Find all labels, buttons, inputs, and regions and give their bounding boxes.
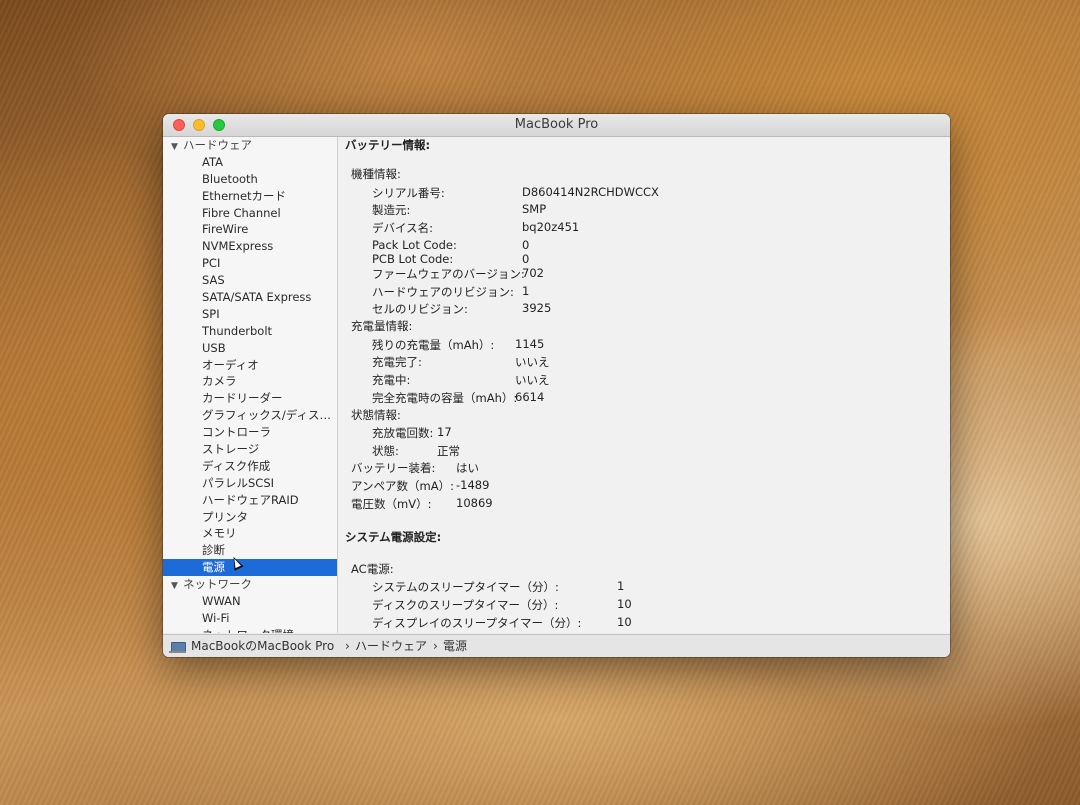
charge-info-row-value: いいえ bbox=[515, 355, 550, 369]
health-info-row-label: 充放電回数: bbox=[372, 426, 434, 440]
battery-misc-row-label: 電圧数（mV）: bbox=[351, 497, 432, 511]
model-info-row-value: SMP bbox=[522, 202, 547, 216]
sidebar-item[interactable]: Wi-Fi bbox=[163, 610, 337, 627]
battery-info-title: バッテリー情報: bbox=[345, 138, 431, 152]
sidebar-item[interactable]: コントローラ bbox=[163, 424, 337, 441]
model-info-row-label: シリアル番号: bbox=[372, 186, 445, 200]
sidebar-item[interactable]: オーディオ bbox=[163, 357, 337, 374]
path-power[interactable]: 電源 bbox=[443, 635, 467, 657]
sidebar-group-label: ネットワーク bbox=[183, 577, 252, 592]
sidebar-item[interactable]: SAS bbox=[163, 272, 337, 289]
battery-misc-row-value: はい bbox=[456, 461, 479, 475]
sidebar-item[interactable]: ディスク作成 bbox=[163, 458, 337, 475]
model-info-row-value: 0 bbox=[522, 252, 530, 266]
sidebar-item[interactable]: Ethernetカード bbox=[163, 188, 337, 205]
charge-info-label: 充電量情報: bbox=[351, 319, 413, 333]
charge-info-row-label: 残りの充電量（mAh）: bbox=[372, 338, 495, 352]
charge-info-row-label: 完全充電時の容量（mAh）: bbox=[372, 391, 518, 405]
window-title: MacBook Pro bbox=[514, 117, 599, 132]
model-info-row-value: 3925 bbox=[522, 301, 552, 315]
model-info-row-label: PCB Lot Code: bbox=[372, 252, 454, 266]
sidebar-item[interactable]: ネットワーク環境 bbox=[163, 627, 337, 633]
sidebar-item[interactable]: カメラ bbox=[163, 373, 337, 390]
sidebar-group-label: ハードウェア bbox=[183, 138, 252, 152]
model-info-row-label: ファームウェアのバージョン: bbox=[372, 267, 525, 281]
model-info-row-label: 製造元: bbox=[372, 203, 411, 217]
model-info-row-value: 0 bbox=[522, 238, 530, 252]
model-info-row-value: 1 bbox=[522, 284, 530, 298]
sidebar-item[interactable]: ATA bbox=[163, 154, 337, 171]
sidebar-item[interactable]: 診断 bbox=[163, 542, 337, 559]
ac-power-row-value: 1 bbox=[617, 579, 625, 593]
health-info-label: 状態情報: bbox=[351, 408, 401, 422]
model-info-row-label: ハードウェアのリビジョン: bbox=[372, 285, 514, 299]
sidebar-item[interactable]: カードリーダー bbox=[163, 390, 337, 407]
sidebar-item[interactable]: メモリ bbox=[163, 525, 337, 542]
ac-power-label: AC電源: bbox=[351, 562, 394, 576]
model-info-label: 機種情報: bbox=[351, 167, 401, 181]
path-bar: MacBookのMacBook Pro › ハードウェア › 電源 bbox=[163, 634, 950, 657]
path-separator-2: › bbox=[433, 639, 438, 653]
charge-info-row-value: いいえ bbox=[515, 373, 550, 387]
system-information-window: MacBook Pro ▼ ハードウェア ATA Bluetooth Ethernetカ… bbox=[163, 114, 950, 657]
sidebar: ▼ ハードウェア ATA Bluetooth Ethernetカード Fibre Chan… bbox=[163, 137, 338, 633]
battery-misc-row-label: バッテリー装着: bbox=[351, 461, 436, 475]
sidebar-item[interactable]: SPI bbox=[163, 306, 337, 323]
sidebar-group-hardware[interactable]: ▼ ハードウェア bbox=[163, 137, 337, 154]
ac-power-row-label: ディスプレイのスリープタイマー（分）: bbox=[372, 616, 582, 630]
model-info-row-label: セルのリビジョン: bbox=[372, 302, 468, 316]
laptop-icon bbox=[169, 642, 186, 653]
health-info-row-value: 正常 bbox=[437, 444, 460, 458]
sidebar-group-network[interactable]: ▼ ネットワーク bbox=[163, 576, 337, 593]
sidebar-item[interactable]: Fibre Channel bbox=[163, 205, 337, 222]
sidebar-item[interactable]: PCI bbox=[163, 255, 337, 272]
ac-power-row-label: ディスクのスリープタイマー（分）: bbox=[372, 598, 559, 612]
model-info-row-value: 702 bbox=[522, 266, 544, 280]
charge-info-row-label: 充電完了: bbox=[372, 355, 422, 369]
sidebar-item[interactable]: Thunderbolt bbox=[163, 323, 337, 340]
path-separator-1: › bbox=[345, 639, 350, 653]
model-info-row-label: デバイス名: bbox=[372, 221, 434, 235]
ac-power-row-value: 10 bbox=[617, 615, 632, 629]
power-settings-title: システム電源設定: bbox=[345, 530, 442, 544]
path-hardware[interactable]: ハードウェア bbox=[355, 635, 427, 657]
health-info-row-label: 状態: bbox=[372, 444, 399, 458]
ac-power-row-label: システムのスリープタイマー（分）: bbox=[372, 580, 559, 594]
title-bar[interactable]: MacBook Pro bbox=[163, 114, 950, 137]
sidebar-item[interactable]: WWAN bbox=[163, 593, 337, 610]
charge-info-row-label: 充電中: bbox=[372, 373, 411, 387]
model-info-row-value: D860414N2RCHDWCCX bbox=[522, 185, 659, 199]
battery-misc-row-label: アンペア数（mA）: bbox=[351, 479, 454, 493]
ac-power-row-value: 10 bbox=[617, 597, 632, 611]
sidebar-item[interactable]: USB bbox=[163, 340, 337, 357]
sidebar-item[interactable]: パラレルSCSI bbox=[163, 475, 337, 492]
charge-info-row-value: 6614 bbox=[515, 390, 545, 404]
sidebar-item[interactable]: NVMExpress bbox=[163, 238, 337, 255]
sidebar-item-selected[interactable]: 電源 bbox=[163, 555, 337, 577]
content-pane: バッテリー情報: 機種情報: シリアル番号: D860414N2RCHDWCCX 製造元… bbox=[338, 137, 950, 633]
sidebar-item[interactable]: SATA/SATA Express bbox=[163, 289, 337, 306]
sidebar-item[interactable]: FireWire bbox=[163, 221, 337, 238]
sidebar-item[interactable]: プリンタ bbox=[163, 509, 337, 526]
sidebar-item[interactable]: ハードウェアRAID bbox=[163, 492, 337, 509]
model-info-row-label: Pack Lot Code: bbox=[372, 238, 457, 252]
charge-info-row-value: 1145 bbox=[515, 337, 545, 351]
health-info-row-value: 17 bbox=[437, 425, 452, 439]
model-info-row-value: bq20z451 bbox=[522, 220, 580, 234]
sidebar-item[interactable]: グラフィックス/ディス… bbox=[163, 407, 337, 424]
battery-misc-row-value: -1489 bbox=[456, 478, 490, 492]
path-computer[interactable]: MacBookのMacBook Pro bbox=[191, 635, 334, 657]
sidebar-item[interactable]: ストレージ bbox=[163, 441, 337, 458]
battery-misc-row-value: 10869 bbox=[456, 496, 493, 510]
sidebar-item[interactable]: Bluetooth bbox=[163, 171, 337, 188]
